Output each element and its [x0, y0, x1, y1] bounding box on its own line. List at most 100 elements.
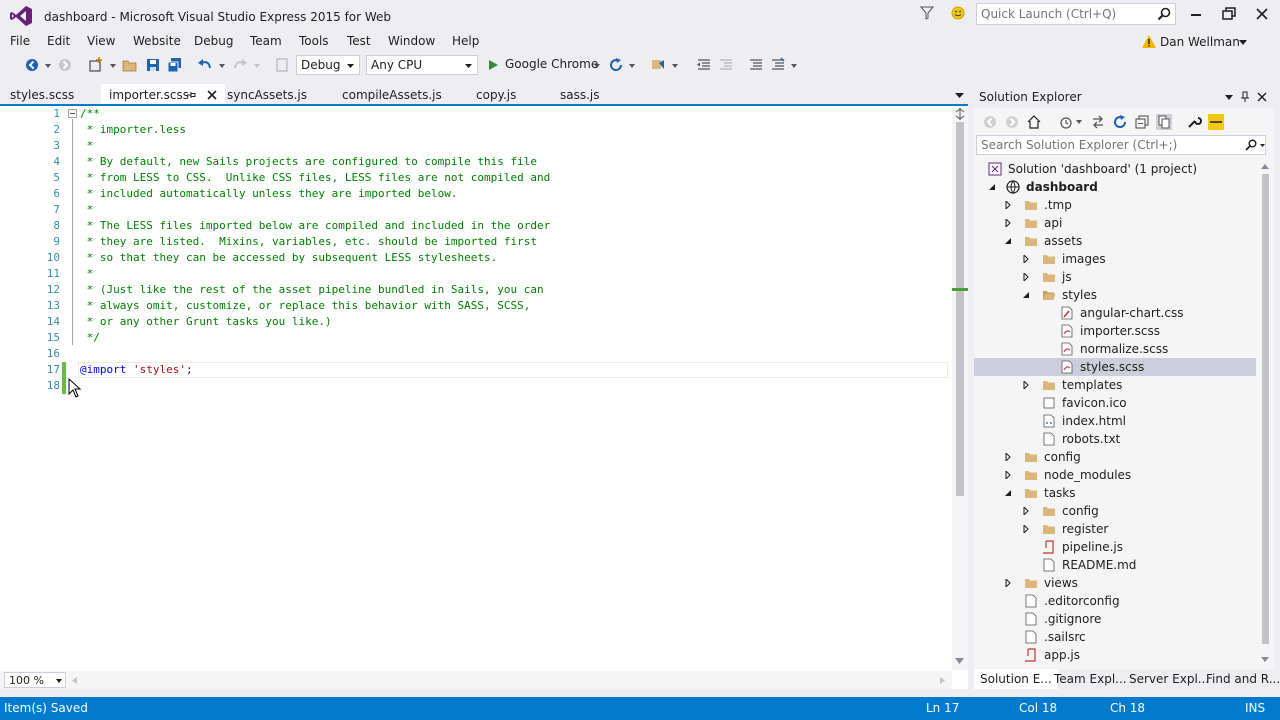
filter-dropdown-icon[interactable] — [1076, 120, 1082, 124]
bookmark-dropdown-icon[interactable] — [672, 64, 678, 68]
tree-item-styles-scss[interactable]: styles.scss — [974, 358, 1256, 376]
tab-copy-js[interactable]: copy.js — [476, 88, 516, 102]
minimize-window-icon[interactable] — [1186, 6, 1206, 22]
collapsed-arrow-icon[interactable] — [1004, 219, 1012, 227]
tree-item-node-modules[interactable]: node_modules — [974, 466, 1256, 484]
auto-hide-pin-icon[interactable] — [1239, 91, 1251, 103]
collapsed-arrow-icon[interactable] — [1022, 273, 1030, 281]
expanded-arrow-icon[interactable] — [1022, 291, 1030, 299]
split-window-icon[interactable] — [954, 108, 966, 120]
save-icon[interactable] — [145, 57, 161, 73]
solution-search-box[interactable] — [976, 135, 1266, 155]
menu-tools[interactable]: Tools — [299, 34, 329, 48]
tree-item-styles[interactable]: styles — [974, 286, 1256, 304]
tree-item-js[interactable]: js — [974, 268, 1256, 286]
preview-selected-items-icon[interactable] — [1208, 114, 1224, 130]
scroll-down-icon[interactable] — [955, 658, 964, 664]
tab-compileassets-js[interactable]: compileAssets.js — [342, 88, 442, 102]
collapsed-arrow-icon[interactable] — [1004, 453, 1012, 461]
tree-item-tmp[interactable]: .tmp — [974, 196, 1256, 214]
close-window-icon[interactable] — [1252, 6, 1272, 22]
solution-platform-dropdown[interactable]: Any CPU — [366, 55, 478, 75]
tree-item-editorconfig[interactable]: .editorconfig — [974, 592, 1256, 610]
navigate-back-icon[interactable] — [24, 57, 40, 73]
scrollbar-thumb[interactable] — [1262, 174, 1269, 644]
search-icon[interactable] — [1157, 7, 1171, 21]
solution-configuration-dropdown[interactable]: Debug — [296, 55, 360, 75]
tree-item-gitignore[interactable]: .gitignore — [974, 610, 1256, 628]
browser-link-refresh-icon[interactable] — [608, 57, 624, 73]
expanded-arrow-icon[interactable] — [988, 183, 996, 191]
tree-item-views[interactable]: views — [974, 574, 1256, 592]
collapsed-arrow-icon[interactable] — [1022, 525, 1030, 533]
tree-item-assets[interactable]: assets — [974, 232, 1256, 250]
new-project-icon[interactable] — [88, 57, 104, 73]
scroll-down-icon[interactable] — [1261, 657, 1269, 662]
collapse-region-toggle[interactable] — [68, 109, 77, 118]
close-tab-icon[interactable] — [206, 89, 218, 101]
outdent-icon[interactable] — [696, 57, 712, 73]
comment-selection-icon[interactable] — [748, 57, 764, 73]
solution-vertical-scrollbar[interactable] — [1258, 160, 1272, 668]
collapsed-arrow-icon[interactable] — [1004, 471, 1012, 479]
scrollbar-thumb[interactable] — [956, 122, 964, 496]
feedback-smiley-icon[interactable] — [951, 6, 965, 20]
tab-sass-js[interactable]: sass.js — [560, 88, 600, 102]
scroll-left-icon[interactable] — [72, 677, 77, 684]
tree-item-api[interactable]: api — [974, 214, 1256, 232]
collapsed-arrow-icon[interactable] — [1022, 507, 1030, 515]
notifications-filter-icon[interactable] — [920, 6, 934, 20]
search-options-dropdown-icon[interactable] — [1260, 144, 1265, 147]
tree-item-solution-dashboard-1-project[interactable]: Solution 'dashboard' (1 project) — [974, 160, 1256, 178]
menu-website[interactable]: Website — [133, 34, 181, 48]
expanded-arrow-icon[interactable] — [1004, 489, 1012, 497]
pending-changes-filter-icon[interactable] — [1058, 114, 1074, 130]
tree-item-index-html[interactable]: index.html — [974, 412, 1256, 430]
pin-tab-icon[interactable] — [186, 90, 196, 100]
tree-item-angular-chart-css[interactable]: angular-chart.css — [974, 304, 1256, 322]
close-panel-icon[interactable] — [1256, 91, 1268, 103]
properties-wrench-icon[interactable] — [1186, 114, 1202, 130]
tab-syncassets-js[interactable]: syncAssets.js — [227, 88, 307, 102]
quick-launch-input[interactable] — [981, 6, 1151, 22]
back-icon[interactable] — [982, 114, 998, 130]
tab-team-explorer[interactable]: Team Expl... — [1054, 669, 1127, 689]
menu-edit[interactable]: Edit — [47, 34, 70, 48]
menu-team[interactable]: Team — [250, 34, 282, 48]
tree-item-readme-md[interactable]: README.md — [974, 556, 1256, 574]
tree-item-importer-scss[interactable]: importer.scss — [974, 322, 1256, 340]
find-in-files-icon[interactable] — [274, 57, 290, 73]
restore-window-icon[interactable] — [1219, 6, 1239, 22]
menu-test[interactable]: Test — [347, 34, 371, 48]
solution-search-input[interactable] — [981, 138, 1241, 152]
tab-server-explorer[interactable]: Server Expl... — [1129, 669, 1209, 689]
toggle-bookmark-icon[interactable] — [650, 57, 666, 73]
tree-item-register[interactable]: register — [974, 520, 1256, 538]
code-editor[interactable]: 1 2 3 4 5 6 7 8 9 10 11 12 13 14 15 16 1… — [0, 106, 968, 689]
back-dropdown-icon[interactable] — [45, 64, 51, 68]
tree-item-normalize-scss[interactable]: normalize.scss — [974, 340, 1256, 358]
tree-item-tasks[interactable]: tasks — [974, 484, 1256, 502]
tree-item-app-js[interactable]: app.js — [974, 646, 1256, 664]
collapse-all-icon[interactable] — [1134, 114, 1150, 130]
refresh-icon[interactable] — [1112, 114, 1128, 130]
navigate-forward-icon[interactable] — [57, 57, 73, 73]
undo-icon[interactable] — [197, 57, 213, 73]
scroll-up-icon[interactable] — [1261, 164, 1269, 169]
refresh-dropdown-icon[interactable] — [629, 64, 635, 68]
menu-file[interactable]: File — [10, 34, 30, 48]
indent-icon[interactable] — [718, 57, 734, 73]
editor-vertical-scrollbar[interactable] — [952, 106, 968, 670]
tree-item-pipeline-js[interactable]: pipeline.js — [974, 538, 1256, 556]
tree-item-images[interactable]: images — [974, 250, 1256, 268]
redo-dropdown-icon[interactable] — [254, 64, 260, 68]
quick-launch-box[interactable] — [976, 3, 1176, 25]
expanded-arrow-icon[interactable] — [1004, 237, 1012, 245]
collapsed-arrow-icon[interactable] — [1022, 381, 1030, 389]
tree-item-config[interactable]: config — [974, 448, 1256, 466]
uncomment-selection-icon[interactable] — [770, 57, 786, 73]
tab-overflow-dropdown-icon[interactable] — [955, 93, 964, 98]
undo-dropdown-icon[interactable] — [219, 64, 225, 68]
home-icon[interactable] — [1026, 114, 1042, 130]
editor-horizontal-scrollbar[interactable]: 100 % — [0, 671, 952, 689]
